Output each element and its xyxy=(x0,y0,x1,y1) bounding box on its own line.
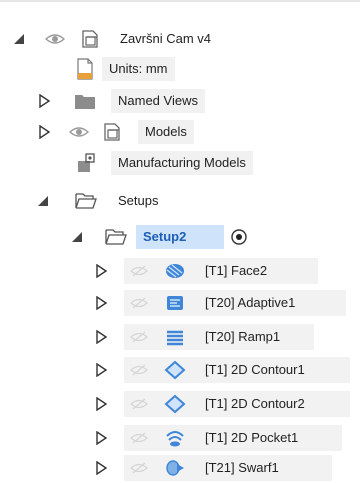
operation-row[interactable]: [T1] Face2 xyxy=(0,256,360,286)
expand-triangle-icon[interactable] xyxy=(36,124,52,140)
tree-node-setups[interactable]: Setups xyxy=(0,186,360,216)
divider xyxy=(0,0,360,2)
operation-label: [T1] 2D Contour2 xyxy=(205,396,305,411)
tree-node-units[interactable]: Units: mm xyxy=(0,54,360,84)
expand-triangle-icon[interactable] xyxy=(36,93,52,109)
operation-row[interactable]: [T20] Ramp1 xyxy=(0,322,360,352)
expand-triangle-icon[interactable] xyxy=(93,263,109,279)
activate-target-icon[interactable] xyxy=(230,228,248,246)
component-icon xyxy=(100,121,124,143)
contour-op-icon xyxy=(163,359,187,381)
folder-open-icon xyxy=(74,190,98,212)
tree-node-named-views[interactable]: Named Views xyxy=(0,86,360,116)
units-label: Units: mm xyxy=(102,57,175,81)
operation-row[interactable]: [T21] Swarf1 xyxy=(0,453,360,483)
eye-hidden-icon[interactable] xyxy=(128,430,150,446)
expand-triangle-icon[interactable] xyxy=(93,430,109,446)
face-op-icon xyxy=(163,260,187,282)
operation-row[interactable]: [T20] Adaptive1 xyxy=(0,288,360,318)
operation-label: [T1] Face2 xyxy=(205,263,268,278)
collapse-triangle-icon[interactable] xyxy=(35,193,51,209)
document-icon xyxy=(73,58,97,80)
eye-icon[interactable] xyxy=(68,124,90,140)
manufacturing-model-icon xyxy=(74,152,98,174)
tree-node-manufacturing-models[interactable]: Manufacturing Models xyxy=(0,148,360,178)
eye-icon[interactable] xyxy=(44,31,66,47)
eye-hidden-icon[interactable] xyxy=(128,329,150,345)
ramp-op-icon xyxy=(163,326,187,348)
expand-triangle-icon[interactable] xyxy=(93,329,109,345)
folder-icon xyxy=(73,90,97,112)
operation-row[interactable]: [T1] 2D Pocket1 xyxy=(0,423,360,453)
setups-label: Setups xyxy=(118,193,159,208)
contour-op-icon xyxy=(163,393,187,415)
collapse-triangle-icon[interactable] xyxy=(11,31,27,47)
operation-label: [T20] Ramp1 xyxy=(205,329,281,344)
expand-triangle-icon[interactable] xyxy=(93,295,109,311)
operation-label: [T1] 2D Pocket1 xyxy=(205,430,299,445)
setup2-label: Setup2 xyxy=(136,225,224,249)
eye-hidden-icon[interactable] xyxy=(128,460,150,476)
adaptive-op-icon xyxy=(163,292,187,314)
operation-row[interactable]: [T1] 2D Contour2 xyxy=(0,389,360,419)
browser-tree: Završni Cam v4 Units: mm Named Views Mod… xyxy=(0,0,360,483)
expand-triangle-icon[interactable] xyxy=(93,396,109,412)
operation-label: [T21] Swarf1 xyxy=(205,460,279,475)
eye-hidden-icon[interactable] xyxy=(128,362,150,378)
operation-label: [T20] Adaptive1 xyxy=(205,295,296,310)
component-icon xyxy=(78,28,102,50)
swarf-op-icon xyxy=(163,457,187,479)
eye-hidden-icon[interactable] xyxy=(128,295,150,311)
operation-label: [T1] 2D Contour1 xyxy=(205,362,305,377)
expand-triangle-icon[interactable] xyxy=(93,362,109,378)
eye-hidden-icon[interactable] xyxy=(128,263,150,279)
expand-triangle-icon[interactable] xyxy=(93,460,109,476)
tree-node-models[interactable]: Models xyxy=(0,117,360,147)
tree-node-setup2[interactable]: Setup2 xyxy=(0,222,360,252)
tree-node-root[interactable]: Završni Cam v4 xyxy=(0,24,360,54)
collapse-triangle-icon[interactable] xyxy=(69,229,85,245)
folder-open-icon xyxy=(104,226,128,248)
models-label: Models xyxy=(138,120,194,144)
manufacturing-models-label: Manufacturing Models xyxy=(111,151,253,175)
operation-row[interactable]: [T1] 2D Contour1 xyxy=(0,355,360,385)
named-views-label: Named Views xyxy=(111,89,205,113)
root-label: Završni Cam v4 xyxy=(120,31,212,46)
pocket-op-icon xyxy=(163,427,187,449)
eye-hidden-icon[interactable] xyxy=(128,396,150,412)
